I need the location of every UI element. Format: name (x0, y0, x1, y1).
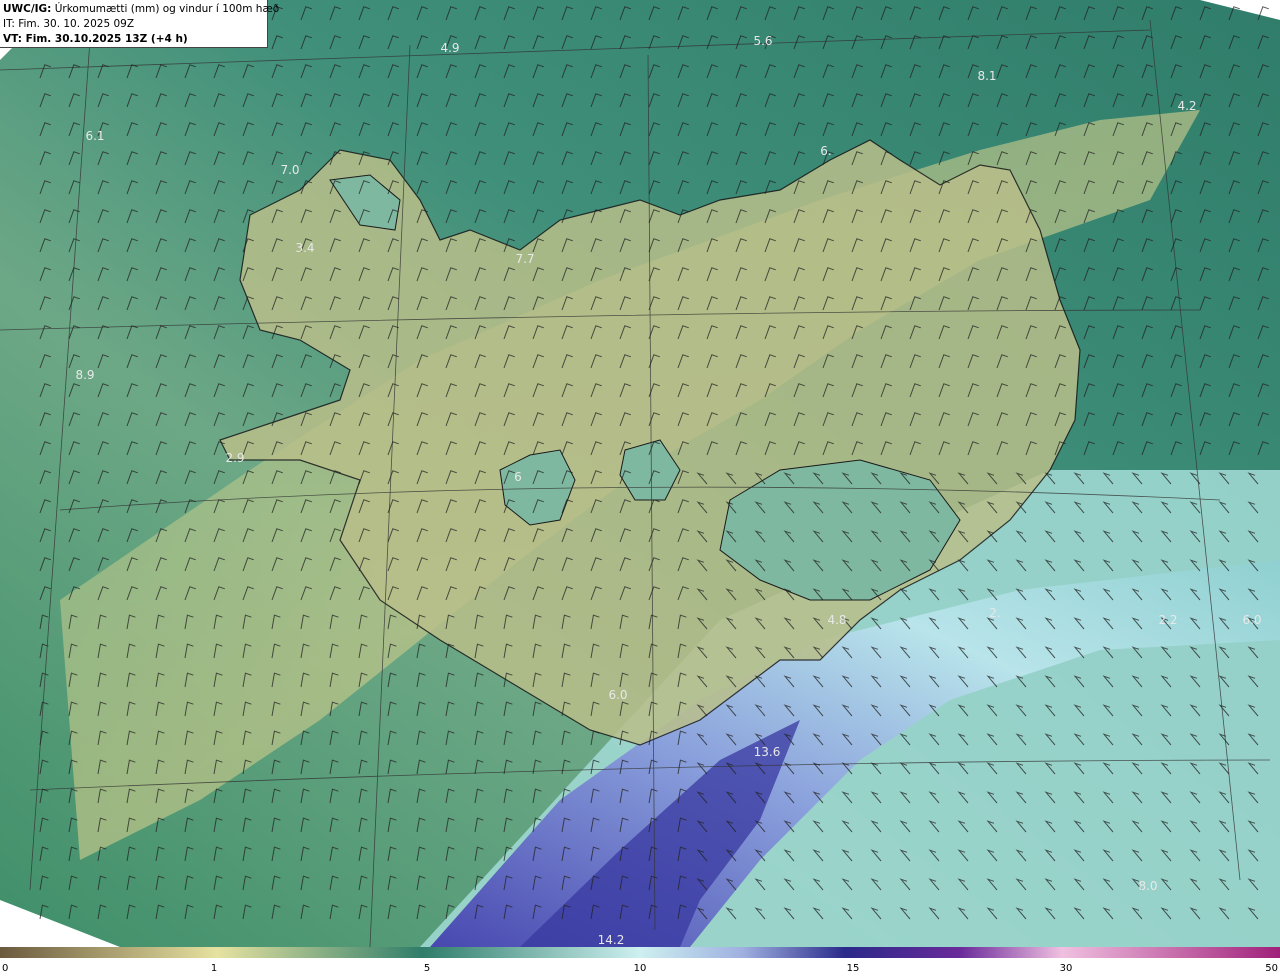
colorbar-tick: 30 (1059, 963, 1073, 974)
weather-map: 4.9 5.6 8.1 4.2 6.1 7.0 3.4 7.7 6. 8.9 2.9 6 4.8 2. 2.… (0, 0, 1280, 947)
map-value-label: 7.7 (515, 252, 534, 266)
map-value-label: 4.8 (827, 613, 846, 627)
map-value-label: 8.0 (1138, 879, 1157, 893)
map-title: Úrkomumætti (mm) og vindur í 100m hæð (54, 3, 280, 15)
colorbar-tick: 15 (846, 963, 860, 974)
map-value-label: 6. (820, 144, 831, 158)
map-value-label: 13.6 (754, 745, 781, 759)
colorbar-ticks: 0 1 5 10 15 30 50 (0, 958, 1280, 978)
colorbar-tick: 0 (2, 963, 9, 974)
map-value-label: 4.2 (1177, 99, 1196, 113)
colorbar-tick: 10 (633, 963, 647, 974)
map-value-label: 6.1 (85, 129, 104, 143)
map-header: UWC/IG: Úrkomumætti (mm) og vindur í 100… (0, 0, 279, 48)
map-value-label: 8.9 (75, 368, 94, 382)
map-value-label: 2.2 (1158, 613, 1177, 627)
map-value-label: 5.6 (753, 34, 772, 48)
model-label: UWC/IG: (3, 3, 52, 15)
map-value-label: 6.0 (1242, 613, 1261, 627)
valid-offset: (+4 h) (150, 33, 188, 45)
map-value-label: 2.9 (225, 451, 244, 465)
colorbar-tick: 50 (1265, 963, 1278, 974)
valid-time: VT: Fim. 30.10.2025 13Z (3, 33, 148, 45)
map-value-label: 7.0 (280, 163, 299, 177)
map-value-label: 8.1 (977, 69, 996, 83)
map-value-label: 14.2 (598, 933, 625, 947)
map-value-label: 6 (514, 470, 522, 484)
map-value-label: 3.4 (295, 241, 314, 255)
map-value-label: 6.0 (608, 688, 627, 702)
colorbar-tick: 5 (423, 963, 431, 974)
colorbar (0, 947, 1280, 958)
map-value-label: 4.9 (440, 41, 459, 55)
init-time: IT: Fim. 30. 10. 2025 09Z (3, 18, 135, 30)
map-value-label: 2. (989, 606, 1000, 620)
colorbar-tick: 1 (210, 963, 218, 974)
